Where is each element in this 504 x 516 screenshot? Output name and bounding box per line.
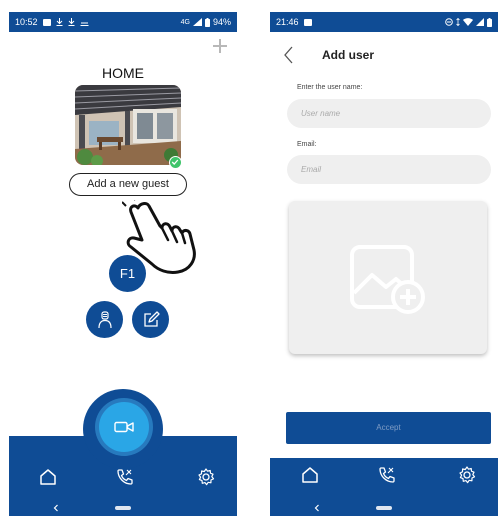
home-screen: 10:52 4G 94% HOME Add a new guest F1 <box>9 12 237 516</box>
download-icon-2 <box>68 18 75 26</box>
user-name-input[interactable] <box>287 99 491 128</box>
data-arrows-icon <box>456 18 460 26</box>
settings-icon[interactable] <box>457 465 477 485</box>
bottom-nav-icons <box>270 465 498 489</box>
user-button[interactable] <box>86 301 123 338</box>
phone-icon[interactable] <box>377 465 397 485</box>
status-bar: 10:52 4G 94% <box>9 12 237 32</box>
user-name-label: Enter the user name: <box>297 84 363 91</box>
add-plus-button[interactable] <box>213 39 227 53</box>
add-guest-button[interactable]: Add a new guest <box>69 173 187 196</box>
edit-icon <box>143 310 160 327</box>
email-input[interactable] <box>287 155 491 184</box>
system-back-icon[interactable] <box>312 503 322 513</box>
system-back-icon[interactable] <box>51 503 61 513</box>
home-icon[interactable] <box>300 465 320 485</box>
bottom-nav-icons <box>9 467 237 491</box>
person-icon <box>97 310 112 328</box>
page-title: HOME <box>102 65 144 81</box>
signal-icon <box>192 18 202 26</box>
system-home-pill[interactable] <box>115 506 131 510</box>
house-photo <box>75 85 181 165</box>
status-time: 21:46 <box>276 17 299 27</box>
wifi-icon <box>463 18 473 26</box>
do-not-disturb-icon <box>445 18 453 26</box>
add-image-icon <box>350 244 425 314</box>
status-bar: 21:46 <box>270 12 498 32</box>
battery-icon <box>204 17 210 27</box>
storage-icon <box>80 22 89 26</box>
status-time: 10:52 <box>15 17 38 27</box>
battery-icon <box>487 17 492 27</box>
add-user-screen: 21:46 Add user Enter the user name: Emai… <box>270 12 498 516</box>
gallery-notification-icon <box>42 18 51 26</box>
settings-icon[interactable] <box>196 467 216 487</box>
home-icon[interactable] <box>38 467 58 487</box>
gallery-notification-icon <box>303 18 312 26</box>
network-type: 4G <box>180 18 190 26</box>
phone-icon[interactable] <box>115 467 135 487</box>
floor-badge[interactable]: F1 <box>109 255 146 292</box>
back-chevron-icon[interactable] <box>282 46 296 64</box>
user-photo-picker[interactable] <box>289 201 487 354</box>
video-camera-icon <box>114 421 134 433</box>
download-icon <box>56 18 63 26</box>
video-call-button[interactable] <box>99 402 149 452</box>
accept-button[interactable]: Accept <box>286 412 491 444</box>
system-nav-bar <box>9 499 237 516</box>
system-nav-bar <box>270 499 498 516</box>
signal-icon <box>476 18 484 26</box>
battery-level: 94% <box>212 17 231 27</box>
edit-button[interactable] <box>132 301 169 338</box>
check-icon <box>169 156 182 169</box>
page-title: Add user <box>322 48 375 62</box>
email-label: Email: <box>297 141 317 148</box>
system-home-pill[interactable] <box>376 506 392 510</box>
